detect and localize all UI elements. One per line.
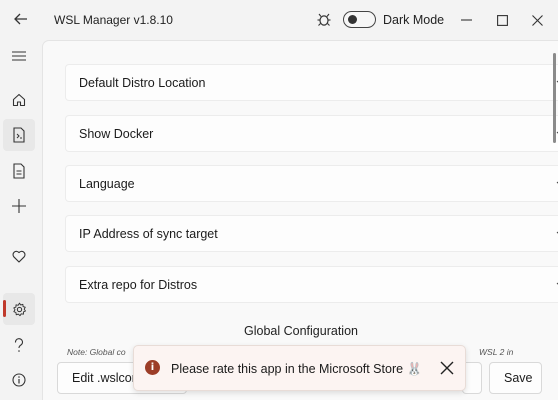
close-icon (531, 14, 543, 26)
save-button[interactable]: Save (489, 362, 542, 394)
app-title: WSL Manager v1.8.10 (54, 13, 173, 27)
dark-mode-toggle[interactable] (343, 11, 376, 28)
expander-label: Show Docker (79, 126, 154, 141)
minimize-icon (460, 19, 472, 21)
info-icon (12, 373, 26, 387)
info-icon: i (145, 360, 160, 375)
minimize-button[interactable] (454, 8, 478, 32)
expander-extra-repo[interactable]: Extra repo for Distros (65, 266, 558, 303)
expander-label: Extra repo for Distros (79, 277, 198, 292)
nav-about[interactable] (3, 364, 35, 396)
title-bar: WSL Manager v1.8.10 Dark Mode (0, 0, 558, 40)
nav-add[interactable] (3, 190, 35, 222)
nav-menu-button[interactable] (3, 40, 35, 72)
nav-settings[interactable] (3, 293, 35, 325)
add-icon (12, 199, 26, 213)
toggle-knob (348, 15, 357, 24)
back-button[interactable] (8, 6, 34, 32)
close-window-button[interactable] (525, 8, 549, 32)
settings-icon (12, 302, 26, 316)
rating-toast: i Please rate this app in the Microsoft … (133, 345, 466, 391)
expander-language[interactable]: Language (65, 165, 558, 202)
expander-label: Language (79, 176, 135, 191)
maximize-icon (496, 14, 508, 26)
nav-home[interactable] (3, 84, 35, 116)
expander-default-distro-location[interactable]: Default Distro Location (65, 64, 558, 101)
help-icon (14, 337, 23, 352)
expander-show-docker[interactable]: Show Docker (65, 115, 558, 152)
nav-distros[interactable] (3, 119, 35, 151)
nav-active-indicator (3, 300, 6, 317)
expander-ip-address[interactable]: IP Address of sync target (65, 215, 558, 252)
maximize-button[interactable] (490, 8, 514, 32)
note-text-right: WSL 2 in (479, 347, 514, 357)
file-icon (13, 163, 25, 179)
nav-favorites[interactable] (3, 240, 35, 272)
bug-icon[interactable] (316, 11, 332, 27)
heart-icon (12, 250, 26, 263)
vertical-scrollbar[interactable] (553, 53, 556, 143)
menu-icon (12, 51, 26, 61)
nav-help[interactable] (3, 329, 35, 361)
distro-icon (13, 127, 25, 143)
expander-label: Default Distro Location (79, 75, 206, 90)
global-configuration-heading: Global Configuration (244, 324, 358, 338)
save-label: Save (504, 371, 533, 385)
toast-message: Please rate this app in the Microsoft St… (171, 362, 423, 376)
nav-files[interactable] (3, 155, 35, 187)
home-icon (12, 93, 26, 107)
dark-mode-label: Dark Mode (383, 13, 445, 27)
arrow-left-icon (14, 13, 27, 25)
expander-label: IP Address of sync target (79, 226, 218, 241)
close-icon[interactable] (440, 361, 454, 375)
note-text-left: Note: Global co (67, 347, 126, 357)
